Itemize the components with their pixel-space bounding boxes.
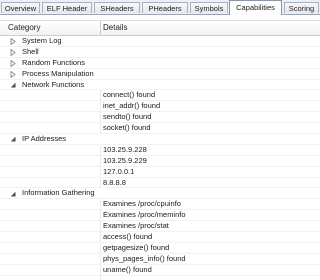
expand-arrow-icon[interactable] xyxy=(9,58,17,69)
tree-group-row[interactable]: Network Functions xyxy=(0,79,320,91)
tree-item-row[interactable]: access() found xyxy=(0,232,320,243)
tree-item-row[interactable]: socket() found xyxy=(0,123,320,135)
tree-item-row[interactable]: 8.8.8.8 xyxy=(0,178,320,189)
detail-text: 127.0.0.1 xyxy=(103,166,135,176)
tree-item-row[interactable]: 103.25.9.228 xyxy=(0,145,320,156)
expand-arrow-icon[interactable] xyxy=(9,69,17,80)
collapse-arrow-icon[interactable] xyxy=(9,188,17,199)
detail-text: Examines /proc/cpuinfo xyxy=(103,199,181,209)
tree-group-row[interactable]: System Log xyxy=(0,36,320,47)
detail-text: Examines /proc/meminfo xyxy=(103,210,186,220)
tab-capabilities[interactable]: Capabilities xyxy=(229,0,282,15)
column-header-details[interactable]: Details xyxy=(103,21,127,35)
detail-text: getpagesize() found xyxy=(103,242,170,252)
detail-text: sendto() found xyxy=(103,112,152,122)
category-label: Shell xyxy=(22,46,39,56)
detail-text: 103.25.9.228 xyxy=(103,144,147,154)
detail-text: 8.8.8.8 xyxy=(103,177,126,187)
tree-item-row[interactable]: Examines /proc/meminfo xyxy=(0,210,320,222)
tree-item-row[interactable]: Examines /proc/stat xyxy=(0,221,320,233)
tree-item-row[interactable]: sendto() found xyxy=(0,112,320,124)
detail-text: socket() found xyxy=(103,123,151,133)
tree-item-row[interactable]: phys_pages_info() found xyxy=(0,254,320,265)
tree-item-row[interactable]: getpagesize() found xyxy=(0,243,320,254)
tree-group-row[interactable]: Process Manipulation xyxy=(0,68,320,80)
tree-group-row[interactable]: IP Addresses xyxy=(0,134,320,145)
tab-pheaders[interactable]: PHeaders xyxy=(142,2,188,13)
category-label: IP Addresses xyxy=(22,134,67,144)
tree-item-row[interactable]: 127.0.0.1 xyxy=(0,167,320,178)
column-divider[interactable] xyxy=(100,21,101,35)
tree-item-row[interactable]: connect() found xyxy=(0,90,320,102)
tree-item-row[interactable]: 103.25.9.229 xyxy=(0,156,320,167)
category-label: System Log xyxy=(22,36,62,45)
expand-arrow-icon[interactable] xyxy=(9,47,17,58)
tab-elf-header[interactable]: ELF Header xyxy=(42,2,92,13)
category-label: Information Gathering xyxy=(22,188,95,198)
category-label: Process Manipulation xyxy=(22,68,94,78)
collapse-arrow-icon[interactable] xyxy=(9,134,17,145)
tree-item-row[interactable]: Examines /proc/cpuinfo xyxy=(0,199,320,211)
detail-text: connect() found xyxy=(103,90,156,100)
expand-arrow-icon[interactable] xyxy=(9,36,17,47)
tab-symbols[interactable]: Symbols xyxy=(190,2,228,13)
detail-text: 103.25.9.229 xyxy=(103,155,147,165)
tab-scoring[interactable]: Scoring xyxy=(284,2,319,13)
category-label: Network Functions xyxy=(22,79,85,89)
detail-text: phys_pages_info() found xyxy=(103,253,186,263)
detail-text: inet_addr() found xyxy=(103,101,161,111)
tab-overview[interactable]: Overview xyxy=(1,2,40,13)
column-header-category[interactable]: Category xyxy=(8,21,40,35)
tree-group-row[interactable]: Information Gathering xyxy=(0,188,320,200)
tree-group-row[interactable]: Shell xyxy=(0,46,320,58)
detail-text: access() found xyxy=(103,232,153,242)
table-header: Category Details xyxy=(0,20,320,36)
tree-group-row[interactable]: Random Functions xyxy=(0,57,320,69)
tree-item-row[interactable]: uname() found xyxy=(0,265,320,276)
tab-sheaders[interactable]: SHeaders xyxy=(94,2,140,13)
capabilities-tree: System Log Shell Random Functions Process M… xyxy=(0,36,320,276)
tab-bar: Overview ELF Header SHeaders PHeaders Sy… xyxy=(0,0,320,15)
detail-text: uname() found xyxy=(103,264,152,274)
tree-item-row[interactable]: inet_addr() found xyxy=(0,101,320,113)
detail-text: Examines /proc/stat xyxy=(103,221,169,231)
category-label: Random Functions xyxy=(22,57,85,67)
collapse-arrow-icon[interactable] xyxy=(9,80,17,91)
